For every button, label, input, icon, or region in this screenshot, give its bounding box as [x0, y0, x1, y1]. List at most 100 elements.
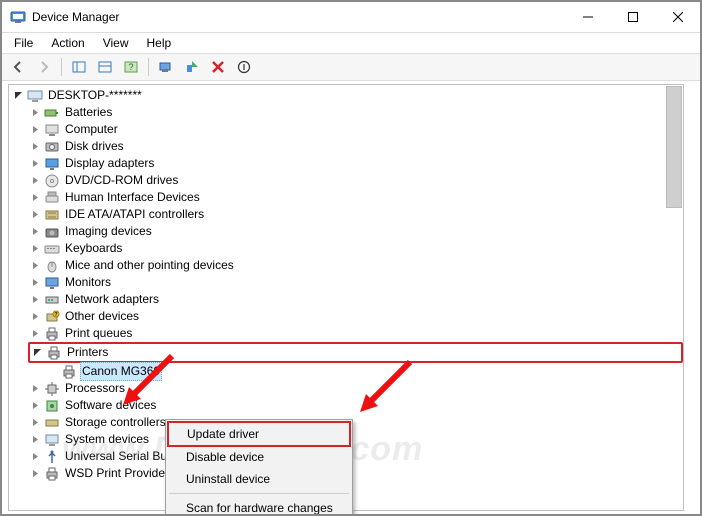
expand-icon[interactable] [30, 400, 41, 411]
display-icon [44, 156, 60, 172]
scrollbar-thumb[interactable] [666, 86, 682, 208]
monitor-refresh-icon [159, 60, 173, 74]
node-label: System devices [63, 431, 151, 448]
expand-icon[interactable] [30, 107, 41, 118]
maximize-button[interactable] [610, 2, 655, 32]
expand-icon[interactable] [30, 417, 41, 428]
tree-node-canon[interactable]: Canon MG360 [47, 363, 683, 380]
node-label: Display adapters [63, 155, 156, 172]
tree-node-ide[interactable]: IDE ATA/ATAPI controllers [30, 206, 683, 223]
tree-node-storage-controllers[interactable]: Storage controllers [30, 414, 683, 431]
expand-icon[interactable] [30, 243, 41, 254]
expand-icon[interactable] [30, 260, 41, 271]
tree-node-mice[interactable]: Mice and other pointing devices [30, 257, 683, 274]
titlebar: Device Manager [2, 2, 700, 33]
mouse-icon [44, 258, 60, 274]
tree-node-hid[interactable]: Human Interface Devices [30, 189, 683, 206]
node-label: Mice and other pointing devices [63, 257, 236, 274]
tree-node-imaging[interactable]: Imaging devices [30, 223, 683, 240]
tree-node-software-devices[interactable]: Software devices [30, 397, 683, 414]
update-button[interactable] [154, 55, 178, 79]
hid-icon [44, 190, 60, 206]
disable-button[interactable] [206, 55, 230, 79]
tree-node-disk-drives[interactable]: Disk drives [30, 138, 683, 155]
expand-icon[interactable] [30, 277, 41, 288]
menu-view[interactable]: View [95, 34, 137, 52]
device-manager-window: Device Manager File Action View Help ? [0, 0, 702, 516]
show-hide-tree-button[interactable] [67, 55, 91, 79]
tree-node-wsd[interactable]: WSD Print Provide [30, 465, 683, 482]
context-separator [169, 493, 349, 494]
tree-node-system-devices[interactable]: System devices [30, 431, 683, 448]
panel-icon [72, 60, 86, 74]
tree-node-printers[interactable]: Printers [28, 342, 683, 363]
disk-icon [44, 139, 60, 155]
node-label: Software devices [63, 397, 158, 414]
tree-root[interactable]: DESKTOP-******* [13, 87, 683, 104]
expand-icon[interactable] [30, 468, 41, 479]
node-label: Network adapters [63, 291, 161, 308]
node-label: Disk drives [63, 138, 126, 155]
toolbar-separator [61, 58, 62, 76]
menubar: File Action View Help [2, 33, 700, 53]
disc-icon [44, 173, 60, 189]
menu-file[interactable]: File [6, 34, 41, 52]
tree-node-computer[interactable]: Computer [30, 121, 683, 138]
menu-help[interactable]: Help [139, 34, 180, 52]
properties-icon [98, 60, 112, 74]
context-scan[interactable]: Scan for hardware changes [168, 497, 350, 514]
tree-node-processors[interactable]: Processors [30, 380, 683, 397]
expand-icon[interactable] [30, 451, 41, 462]
tree-node-network[interactable]: Network adapters [30, 291, 683, 308]
node-label: Monitors [63, 274, 113, 291]
help-button[interactable]: ? [119, 55, 143, 79]
uninstall-icon [237, 60, 251, 74]
properties-button[interactable] [93, 55, 117, 79]
expand-icon[interactable] [30, 192, 41, 203]
tree-node-batteries[interactable]: Batteries [30, 104, 683, 121]
context-menu: Update driver Disable device Uninstall d… [165, 419, 353, 514]
enable-button[interactable] [180, 55, 204, 79]
context-disable-device[interactable]: Disable device [168, 446, 350, 468]
arrow-left-icon [12, 61, 24, 73]
tree-node-monitors[interactable]: Monitors [30, 274, 683, 291]
context-uninstall-device[interactable]: Uninstall device [168, 468, 350, 490]
expand-icon[interactable] [30, 141, 41, 152]
expand-icon[interactable] [13, 90, 24, 101]
context-update-driver[interactable]: Update driver [167, 421, 351, 447]
expand-icon[interactable] [30, 294, 41, 305]
expand-icon[interactable] [30, 434, 41, 445]
expand-icon[interactable] [30, 175, 41, 186]
close-button[interactable] [655, 2, 700, 32]
expand-icon[interactable] [30, 226, 41, 237]
enable-icon [185, 60, 199, 74]
node-label: Print queues [63, 325, 134, 342]
menu-action[interactable]: Action [43, 34, 92, 52]
expand-icon[interactable] [30, 311, 41, 322]
tree-node-display-adapters[interactable]: Display adapters [30, 155, 683, 172]
tree-node-dvd[interactable]: DVD/CD-ROM drives [30, 172, 683, 189]
minimize-button[interactable] [565, 2, 610, 32]
expand-icon[interactable] [30, 158, 41, 169]
back-button[interactable] [6, 55, 30, 79]
node-label: Processors [63, 380, 127, 397]
forward-button[interactable] [32, 55, 56, 79]
node-label: Canon MG360 [80, 362, 162, 381]
node-label: DVD/CD-ROM drives [63, 172, 180, 189]
expand-icon[interactable] [30, 209, 41, 220]
collapse-icon[interactable] [32, 347, 43, 358]
expand-icon[interactable] [30, 328, 41, 339]
window-title: Device Manager [32, 10, 119, 24]
tree-node-keyboards[interactable]: Keyboards [30, 240, 683, 257]
client-area: DESKTOP-******* Batteries Computer Disk … [2, 81, 700, 514]
tree-node-other[interactable]: ?Other devices [30, 308, 683, 325]
expand-icon[interactable] [30, 383, 41, 394]
tree-node-print-queues[interactable]: Print queues [30, 325, 683, 342]
battery-icon [44, 105, 60, 121]
maximize-icon [628, 12, 638, 22]
monitor-icon [44, 275, 60, 291]
tree-node-usb[interactable]: Universal Serial Bu [30, 448, 683, 465]
expand-icon[interactable] [30, 124, 41, 135]
uninstall-button[interactable] [232, 55, 256, 79]
printer-icon [46, 345, 62, 361]
